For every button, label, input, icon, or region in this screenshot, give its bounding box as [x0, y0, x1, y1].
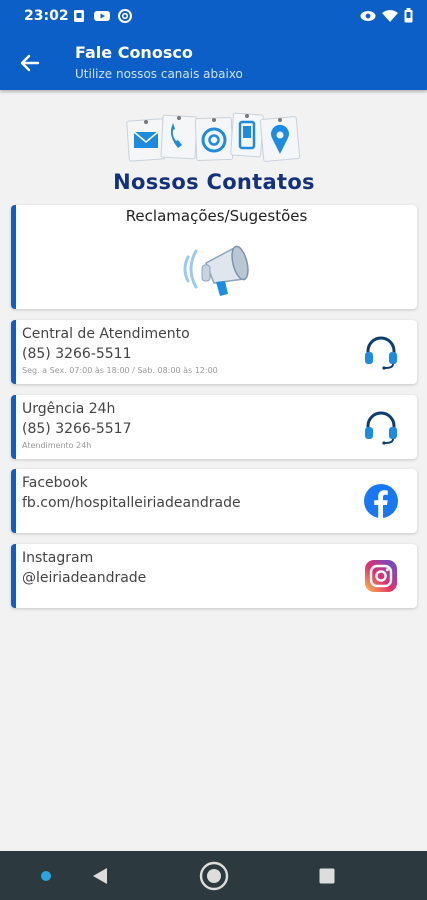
contact-card-urgencia[interactable]: Urgência 24h (85) 3266-5517 Atendimento …	[11, 395, 417, 459]
back-triangle-icon[interactable]	[86, 851, 114, 900]
headset-icon	[365, 411, 397, 445]
at-icon	[194, 116, 234, 162]
contact-hours: Atendimento 24h	[22, 441, 92, 450]
app-bar: Fale Conosco Utilize nossos canais abaix…	[0, 34, 427, 90]
contacts-title: Nossos Contatos	[113, 170, 315, 194]
contact-card-facebook[interactable]: Facebook fb.com/hospitalleiriadeandrade	[11, 469, 417, 533]
mobile-icon	[230, 112, 264, 158]
contact-handle: @leiriadeandrade	[22, 570, 147, 586]
contact-phone: (85) 3266-5511	[22, 346, 132, 362]
contacts-logo: Nossos Contatos	[112, 108, 316, 198]
wifi-icon	[382, 9, 398, 22]
battery-icon	[404, 8, 413, 23]
at-icon	[118, 9, 132, 23]
page-title: Fale Conosco	[75, 43, 193, 62]
recents-square-icon[interactable]	[313, 851, 341, 900]
headset-icon	[365, 336, 397, 370]
contact-label: Instagram	[22, 550, 94, 566]
envelope-icon	[126, 118, 166, 162]
location-pin-icon	[259, 116, 301, 162]
eye-icon	[360, 10, 376, 21]
feedback-label: Reclamações/Sugestões	[125, 207, 308, 225]
status-bar: 23:02	[0, 0, 427, 34]
phone-icon	[160, 114, 198, 160]
sim-icon	[74, 10, 84, 22]
facebook-icon	[364, 484, 398, 518]
contact-label: Urgência 24h	[22, 401, 116, 417]
feedback-card[interactable]: Reclamações/Sugestões	[11, 205, 417, 309]
contact-label: Central de Atendimento	[22, 326, 190, 342]
home-circle-icon[interactable]	[196, 851, 232, 900]
system-nav-bar	[0, 851, 427, 900]
megaphone-icon	[183, 245, 249, 296]
contact-card-instagram[interactable]: Instagram @leiriadeandrade	[11, 544, 417, 608]
keyboard-dot-icon[interactable]	[34, 851, 58, 900]
arrow-back-icon[interactable]	[14, 47, 46, 79]
page-subtitle: Utilize nossos canais abaixo	[75, 67, 243, 81]
contact-phone: (85) 3266-5517	[22, 421, 132, 437]
contact-hours: Seg. a Sex. 07:00 às 18:00 / Sab. 08:00 …	[22, 366, 218, 375]
status-time: 23:02	[24, 8, 69, 24]
contact-label: Facebook	[22, 475, 88, 491]
contact-card-central[interactable]: Central de Atendimento (85) 3266-5511 Se…	[11, 320, 417, 384]
instagram-icon	[365, 560, 397, 592]
youtube-icon	[94, 11, 110, 21]
contact-link: fb.com/hospitalleiriadeandrade	[22, 495, 241, 511]
